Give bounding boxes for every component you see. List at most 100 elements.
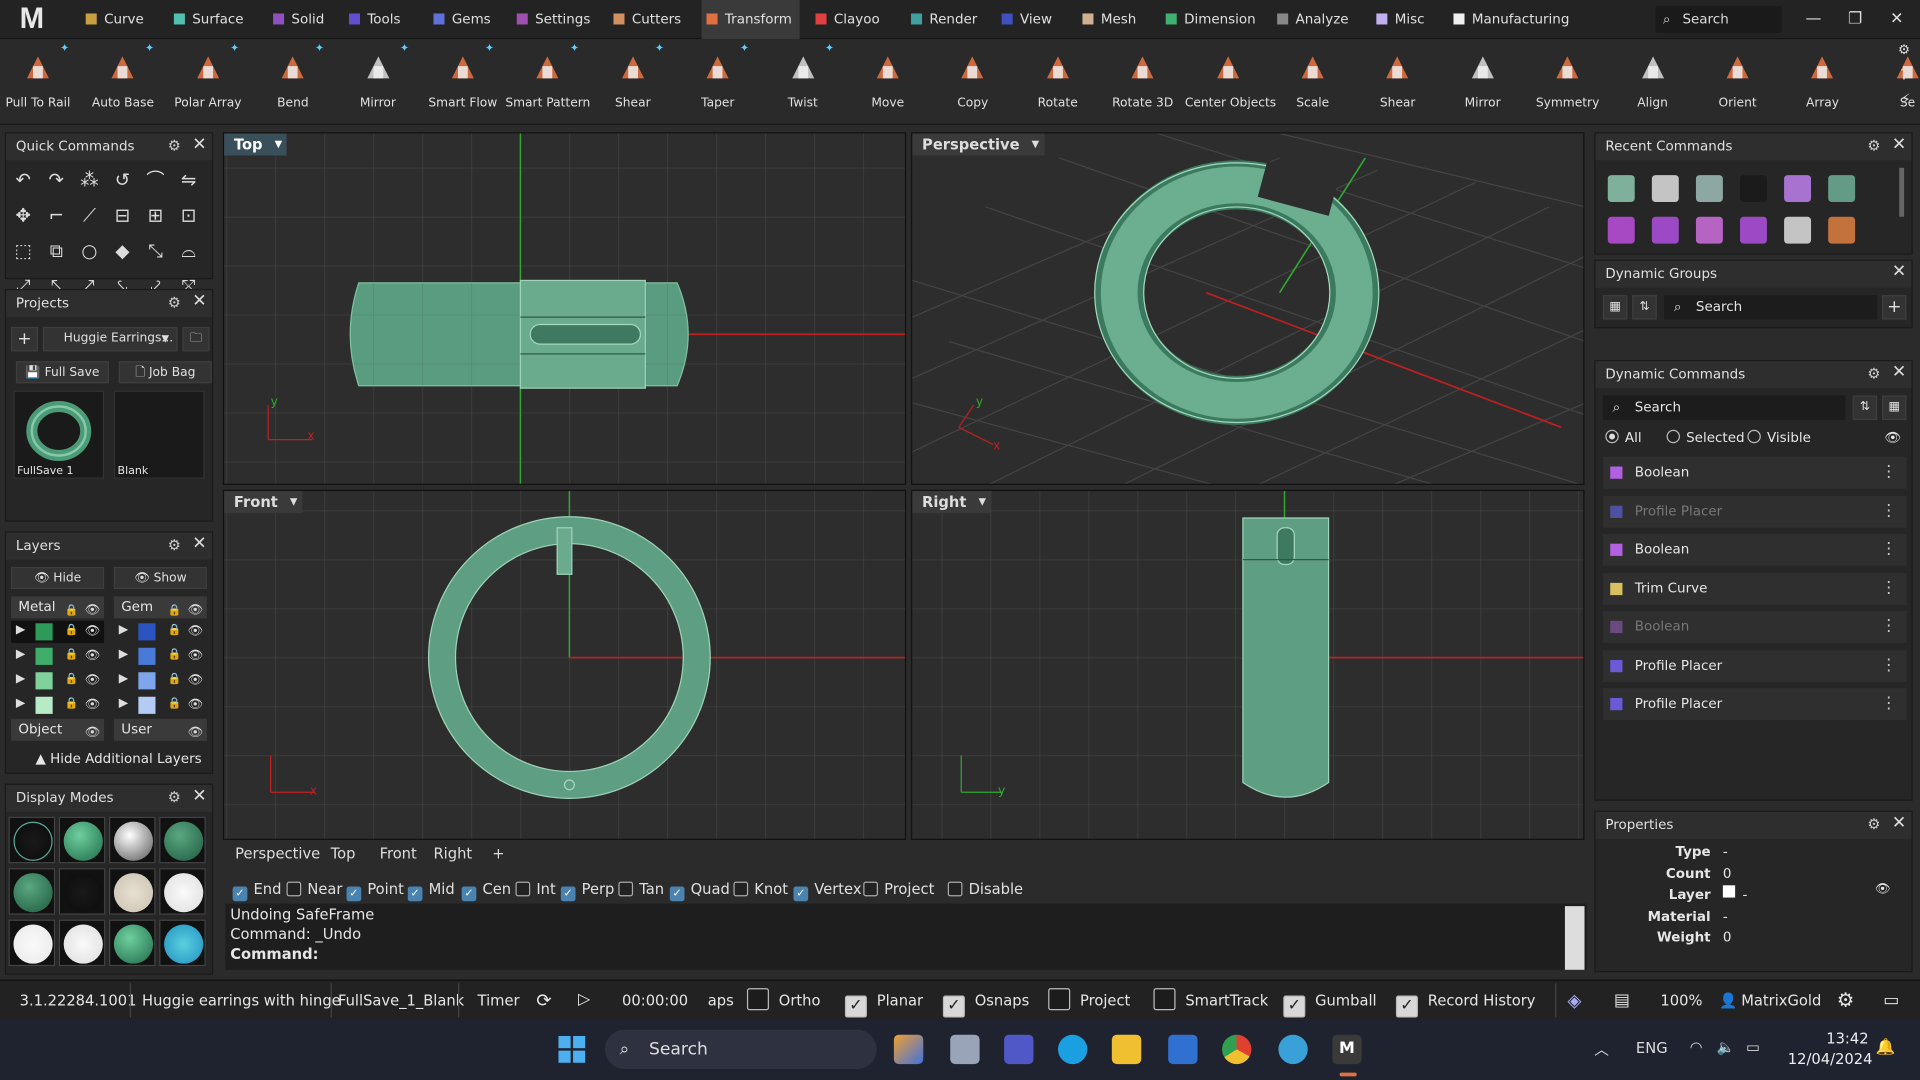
checkbox[interactable]: ✓ bbox=[1395, 995, 1418, 1018]
gear-icon[interactable]: ⚙ bbox=[1867, 365, 1880, 382]
matrixgold-taskbar-icon[interactable]: M bbox=[1332, 1034, 1362, 1065]
viewport-title-perspective[interactable]: Perspective ▼ bbox=[912, 133, 1045, 156]
checkbox[interactable] bbox=[286, 881, 302, 897]
checkbox[interactable] bbox=[947, 881, 963, 897]
tool-orient[interactable]: Orient bbox=[1695, 39, 1781, 122]
menu-tab-render[interactable]: Render bbox=[906, 0, 985, 39]
layer-color-swatch[interactable] bbox=[35, 672, 53, 690]
move-icon[interactable]: ✥ bbox=[11, 203, 35, 227]
polyline-icon[interactable] bbox=[1784, 216, 1812, 244]
checkbox[interactable]: ✓ bbox=[407, 886, 423, 902]
close-icon[interactable]: ✕ bbox=[1892, 135, 1906, 155]
windows-start-icon[interactable] bbox=[558, 1035, 586, 1063]
osnap-point[interactable]: ✓ Point bbox=[346, 880, 404, 902]
menu-tab-surface[interactable]: Surface bbox=[169, 0, 251, 39]
tool-rotate[interactable]: Rotate bbox=[1015, 39, 1101, 122]
more-options-icon[interactable]: ⋮ bbox=[1881, 688, 1897, 720]
lock-icon[interactable]: 🔒 bbox=[65, 624, 79, 636]
gear-icon[interactable]: ⚙ bbox=[168, 137, 181, 154]
viewport-perspective[interactable]: yx Perspective ▼ bbox=[911, 132, 1585, 485]
lock-icon[interactable]: 🔒 bbox=[168, 673, 182, 685]
eye-icon[interactable]: 👁 bbox=[84, 722, 100, 744]
layer-row[interactable]: ▶ 🔒 👁 bbox=[11, 694, 104, 716]
menu-tab-gems[interactable]: Gems bbox=[429, 0, 498, 39]
show-layers-button[interactable]: 👁 Show bbox=[113, 566, 207, 589]
dynamic-groups-search-input[interactable]: ⌕ Search bbox=[1664, 295, 1878, 320]
osnap-mid[interactable]: ✓ Mid bbox=[407, 880, 455, 902]
tool-array[interactable]: Array bbox=[1780, 39, 1866, 122]
menu-tab-view[interactable]: View bbox=[997, 0, 1060, 39]
checkbox[interactable] bbox=[1153, 988, 1176, 1011]
menu-tab-clayoo[interactable]: Clayoo bbox=[811, 0, 887, 39]
add-group-button[interactable]: + bbox=[1882, 295, 1907, 320]
dynamic-command-item[interactable]: Boolean ⋮ bbox=[1602, 611, 1907, 643]
eye-icon[interactable]: 👁 bbox=[84, 673, 100, 686]
project-thumbnail-fullsave[interactable]: FullSave 1 bbox=[13, 390, 105, 479]
chevron-up-icon[interactable]: ︿ bbox=[1594, 1038, 1609, 1059]
viewport-title-right[interactable]: Right ▼ bbox=[912, 491, 991, 514]
viewport-front[interactable]: x Front ▼ bbox=[222, 489, 907, 841]
close-icon[interactable]: ✕ bbox=[192, 291, 206, 311]
tool-symmetry[interactable]: Symmetry bbox=[1525, 39, 1611, 122]
prong-icon[interactable] bbox=[1740, 216, 1767, 244]
eye-icon[interactable]: 👁 bbox=[187, 722, 203, 744]
lock-icon[interactable]: 🔒 bbox=[65, 698, 79, 710]
circle-icon[interactable]: ○ bbox=[77, 239, 101, 263]
layer-row[interactable]: ▶ 🔒 👁 bbox=[114, 621, 207, 643]
pen-mode-icon[interactable] bbox=[58, 919, 106, 967]
toggle-project[interactable]: Project bbox=[1048, 981, 1130, 1020]
matrix-logo-icon[interactable]: M bbox=[20, 3, 54, 36]
play-timer-icon[interactable]: ▷ bbox=[578, 981, 590, 1020]
menu-tab-curve[interactable]: Curve bbox=[81, 0, 151, 39]
radio-icon[interactable] bbox=[1605, 429, 1619, 444]
toggle-osnaps[interactable]: ✓ Osnaps bbox=[942, 981, 1029, 1020]
layer-row[interactable]: ▶ 🔒 👁 bbox=[114, 694, 207, 716]
osnap-cen[interactable]: ✓ Cen bbox=[461, 880, 511, 902]
checkbox[interactable] bbox=[863, 881, 878, 897]
extend-icon[interactable]: ⟋ bbox=[77, 203, 101, 227]
tool-center-objects[interactable]: Center Objects bbox=[1185, 39, 1276, 122]
layer-color-swatch[interactable] bbox=[35, 623, 53, 641]
copy-icon[interactable]: ⧉ bbox=[44, 239, 68, 263]
tool-smart-pattern[interactable]: ✦ Smart Pattern bbox=[505, 39, 591, 122]
layer-color-swatch[interactable] bbox=[138, 696, 156, 714]
tool-auto-base[interactable]: ✦ Auto Base bbox=[80, 39, 166, 122]
tool-mirror[interactable]: Mirror bbox=[1440, 39, 1526, 122]
more-options-icon[interactable]: ⋮ bbox=[1881, 495, 1897, 527]
chat-icon[interactable]: ▭ bbox=[1883, 981, 1899, 1020]
tool-bend[interactable]: ✦ Bend bbox=[250, 39, 336, 122]
checkbox[interactable]: ✓ bbox=[560, 886, 576, 902]
artistic-mode-icon[interactable] bbox=[108, 919, 156, 967]
tool-taper[interactable]: ✦ Taper bbox=[675, 39, 761, 122]
eye-icon[interactable]: 👁 bbox=[84, 624, 100, 637]
toggle-gumball[interactable]: ✓ Gumball bbox=[1283, 981, 1377, 1020]
eye-icon[interactable]: 👁 bbox=[187, 649, 203, 662]
dynamic-command-item[interactable]: Profile Placer ⋮ bbox=[1602, 688, 1907, 721]
arc-icon[interactable]: ↺ bbox=[110, 168, 134, 192]
close-icon[interactable]: ✕ bbox=[192, 534, 206, 554]
profile-placer-icon[interactable] bbox=[1695, 175, 1723, 203]
ghosted-mode-icon[interactable] bbox=[159, 816, 206, 864]
dynamic-command-item[interactable]: Trim Curve ⋮ bbox=[1602, 572, 1907, 605]
microsoft-store-icon[interactable] bbox=[1168, 1034, 1198, 1065]
menu-tab-dimension[interactable]: Dimension bbox=[1161, 0, 1263, 39]
checkbox[interactable]: ✓ bbox=[669, 886, 685, 902]
split-icon[interactable]: ⊞ bbox=[143, 203, 167, 227]
view-tab-perspective[interactable]: Perspective bbox=[235, 845, 320, 862]
gear-icon[interactable]: ⚙ bbox=[1867, 816, 1880, 833]
close-icon[interactable]: ✕ bbox=[192, 786, 206, 806]
tool-shear[interactable]: Shear bbox=[1355, 39, 1441, 122]
play-icon[interactable]: ▶ bbox=[119, 648, 128, 661]
menu-tab-manufacturing[interactable]: Manufacturing bbox=[1449, 0, 1577, 39]
play-icon[interactable]: ▶ bbox=[16, 697, 25, 710]
toggle-smarttrack[interactable]: SmartTrack bbox=[1153, 981, 1268, 1020]
gear-icon[interactable]: ⚙ bbox=[168, 536, 181, 553]
eye-icon[interactable]: 👁 bbox=[84, 600, 100, 622]
scale-icon[interactable]: ⤡ bbox=[143, 239, 167, 263]
eye-icon[interactable]: 👁 bbox=[187, 624, 203, 637]
radio-icon[interactable] bbox=[1747, 429, 1761, 444]
volume-icon[interactable]: 🔈 bbox=[1717, 1038, 1735, 1055]
select-icon[interactable]: ⬚ bbox=[11, 239, 35, 263]
tool-twist[interactable]: ✦ Twist bbox=[760, 39, 846, 122]
paper-mode-icon[interactable] bbox=[8, 919, 56, 967]
